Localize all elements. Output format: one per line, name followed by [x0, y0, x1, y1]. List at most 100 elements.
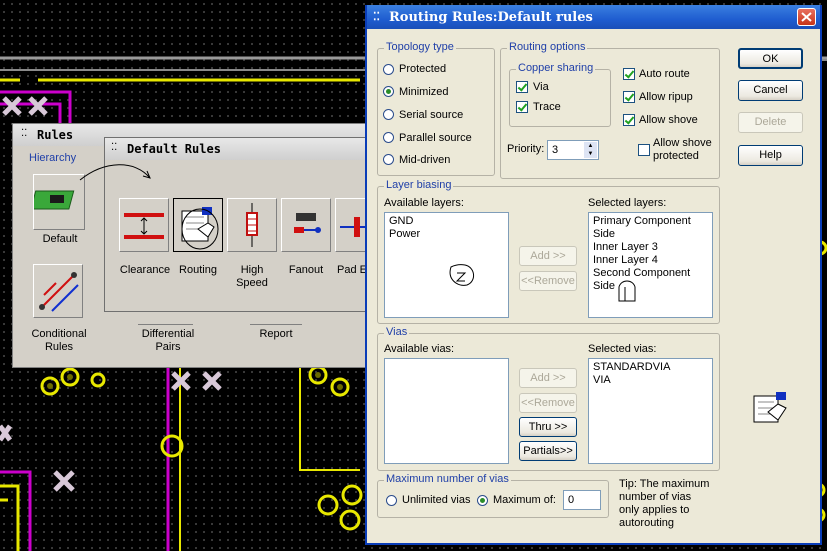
default-rules-title-bar[interactable]: ⁚⁚ Default Rules: [105, 138, 371, 160]
selected-vias-label: Selected vias:: [588, 343, 657, 355]
fanout-icon: [294, 213, 321, 233]
selected-layers-list[interactable]: Primary Component Side Inner Layer 3 Inn…: [588, 212, 713, 318]
cancel-button[interactable]: Cancel: [738, 80, 803, 101]
topology-parallel-source-label: Parallel source: [399, 132, 472, 144]
topology-protected-radio[interactable]: [383, 64, 394, 75]
routing-icon: [753, 392, 787, 423]
remove-layer-button[interactable]: <<Remove: [519, 271, 577, 291]
priority-spin-down[interactable]: ▼: [584, 150, 597, 158]
high-speed-label: High Speed: [236, 264, 268, 289]
available-vias-list[interactable]: [384, 358, 509, 464]
available-layer-item[interactable]: GND: [389, 215, 504, 228]
close-button[interactable]: [797, 8, 816, 26]
allow-ripup-label: Allow ripup: [639, 91, 693, 103]
differential-pairs-label: Differential Pairs: [141, 328, 195, 353]
copper-sharing-label: Copper sharing: [516, 62, 596, 74]
via-checkbox-label: Via: [533, 81, 549, 93]
report-label: Report: [259, 328, 293, 340]
fanout-label: Fanout: [288, 264, 324, 276]
partials-button[interactable]: Partials>>: [519, 441, 577, 461]
allow-ripup-checkbox[interactable]: [623, 91, 635, 103]
add-via-button[interactable]: Add >>: [519, 368, 577, 388]
remove-via-button[interactable]: <<Remove: [519, 393, 577, 413]
default-label: Default: [42, 233, 78, 245]
clearance-icon: [124, 213, 164, 239]
maximum-of-radio[interactable]: [477, 495, 488, 506]
handwritten-sketch: [449, 264, 474, 286]
selected-via-item[interactable]: STANDARDVIA: [593, 361, 708, 374]
maximum-of-label: Maximum of:: [493, 494, 556, 506]
close-icon: [801, 12, 812, 22]
max-vias-value: 0: [568, 494, 575, 506]
available-layer-item[interactable]: Power: [389, 228, 504, 241]
topology-serial-source-label: Serial source: [399, 109, 464, 121]
auto-route-label: Auto route: [639, 68, 690, 80]
priority-spin-up[interactable]: ▲: [584, 142, 597, 150]
topology-serial-source-radio[interactable]: [383, 109, 394, 120]
dialog-title-bar[interactable]: ⁚⁚ Routing Rules:Default rules: [367, 5, 820, 29]
selected-vias-list[interactable]: STANDARDVIA VIA: [588, 358, 713, 464]
auto-route-checkbox[interactable]: [623, 68, 635, 80]
priority-spinner[interactable]: 3 ▲ ▼: [547, 140, 599, 160]
max-vias-label: Maximum number of vias: [384, 473, 511, 485]
topology-type-label: Topology type: [384, 41, 456, 53]
routing-rules-dialog: ⁚⁚ Routing Rules:Default rules Topology …: [365, 5, 822, 545]
vias-label: Vias: [384, 326, 410, 338]
help-button[interactable]: Help: [738, 145, 803, 166]
topology-mid-driven-label: Mid-driven: [399, 154, 451, 166]
conditional-rules-label: Conditional Rules: [31, 328, 87, 353]
fanout-button[interactable]: [281, 198, 331, 252]
topology-protected-label: Protected: [399, 63, 447, 75]
topology-parallel-source-radio[interactable]: [383, 132, 394, 143]
thru-button[interactable]: Thru >>: [519, 417, 577, 437]
hierarchy-label: Hierarchy: [29, 152, 77, 164]
allow-shove-protected-checkbox[interactable]: [638, 144, 650, 156]
allow-shove-label: Allow shove: [639, 114, 698, 126]
clearance-label: Clearance: [119, 264, 171, 276]
delete-button[interactable]: Delete: [738, 112, 803, 133]
selected-layer-item[interactable]: Second Component Side: [593, 267, 708, 293]
clearance-button[interactable]: [119, 198, 169, 252]
dialog-title: Routing Rules:Default rules: [389, 10, 593, 25]
topology-mid-driven-radio[interactable]: [383, 154, 394, 165]
default-rules-title: Default Rules: [127, 142, 221, 156]
routing-icon: [181, 207, 219, 250]
topology-minimized-label: Minimized: [399, 86, 449, 98]
default-rules-window-icon: ⁚⁚: [111, 142, 118, 153]
conditional-rules-button[interactable]: [33, 264, 83, 318]
handwritten-sketch: [618, 280, 636, 302]
allow-shove-protected-label: Allow shove protected: [653, 137, 712, 162]
selected-layers-label: Selected layers:: [588, 197, 667, 209]
sketch-arrow: [79, 164, 151, 181]
layer-biasing-label: Layer biasing: [384, 179, 454, 191]
allow-shove-checkbox[interactable]: [623, 114, 635, 126]
routing-button[interactable]: [173, 198, 223, 252]
via-checkbox[interactable]: [516, 81, 528, 93]
routing-label: Routing: [179, 264, 217, 276]
priority-value: 3: [552, 144, 559, 156]
high-speed-icon: [246, 203, 258, 247]
selected-layer-item[interactable]: Primary Component Side: [593, 215, 708, 241]
priority-label: Priority:: [507, 143, 545, 155]
ok-button[interactable]: OK: [738, 48, 803, 69]
rules-title: Rules: [37, 128, 74, 142]
high-speed-button[interactable]: [227, 198, 277, 252]
trace-checkbox-label: Trace: [533, 101, 561, 113]
default-rules-window: ⁚⁚ Default Rules Clearance Routing High …: [79, 137, 372, 312]
available-layers-label: Available layers:: [384, 197, 464, 209]
selected-via-item[interactable]: VIA: [593, 374, 708, 387]
max-vias-input[interactable]: 0: [563, 490, 601, 510]
selected-layer-item[interactable]: Inner Layer 3: [593, 241, 708, 254]
topology-minimized-radio[interactable]: [383, 86, 394, 97]
rules-window-icon: ⁚⁚: [21, 128, 28, 139]
unlimited-vias-label: Unlimited vias: [402, 494, 471, 506]
copper-sharing-group: Copper sharing: [509, 62, 611, 127]
unlimited-vias-radio[interactable]: [386, 495, 397, 506]
selected-layer-item[interactable]: Inner Layer 4: [593, 254, 708, 267]
available-layers-list[interactable]: GND Power: [384, 212, 509, 318]
available-vias-label: Available vias:: [384, 343, 455, 355]
trace-checkbox[interactable]: [516, 101, 528, 113]
conditional-rules-icon: [39, 272, 79, 312]
add-layer-button[interactable]: Add >>: [519, 246, 577, 266]
tip-text: Tip: The maximum number of vias only app…: [619, 478, 710, 529]
